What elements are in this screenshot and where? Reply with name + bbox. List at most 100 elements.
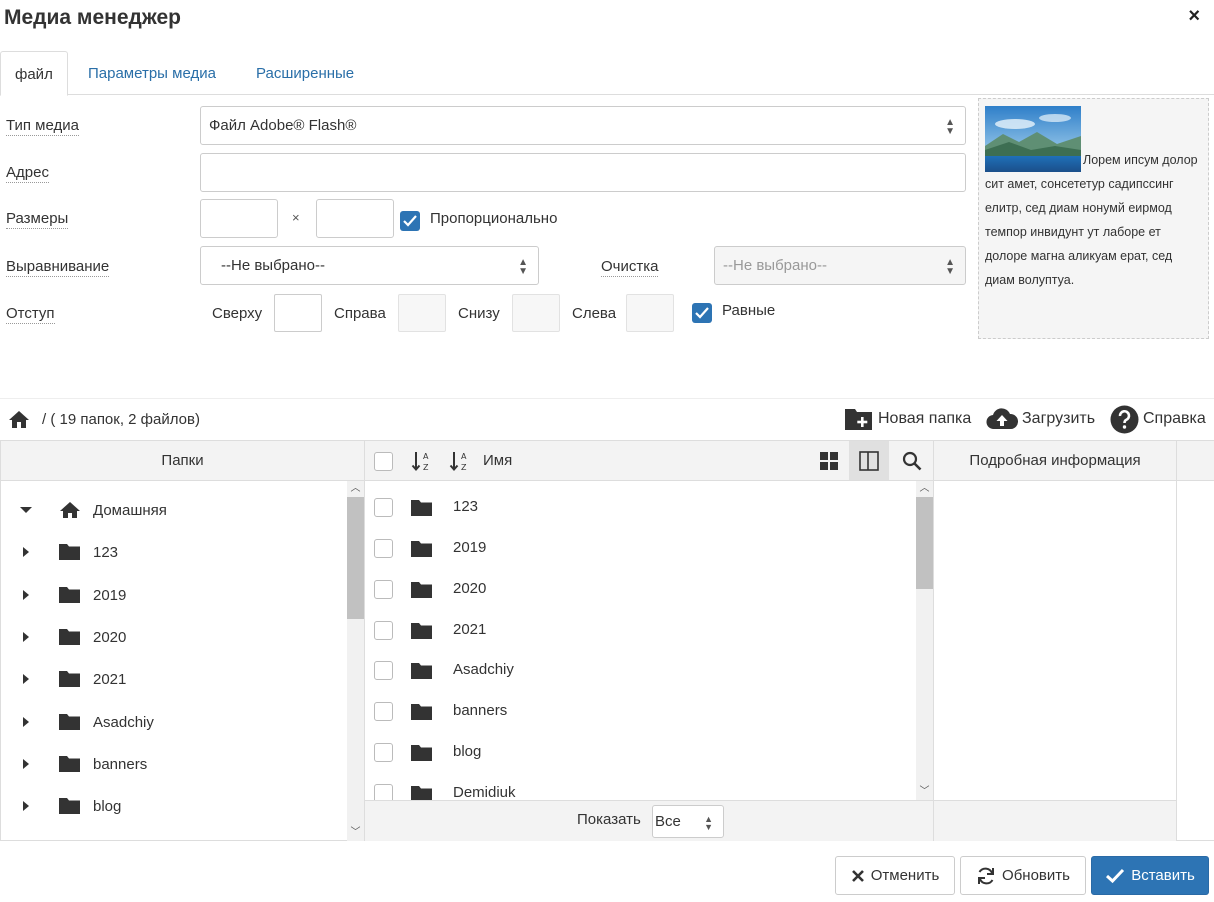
tree-item[interactable]: 2021 <box>1 658 346 700</box>
tree-item[interactable]: 2019 <box>1 574 346 616</box>
file-row[interactable]: banners <box>365 691 915 732</box>
file-row[interactable]: 2019 <box>365 528 915 569</box>
align-select[interactable]: --Не выбрано-- ▲ ▼ <box>200 246 539 285</box>
help-button[interactable]: Справка <box>1110 404 1206 434</box>
row-checkbox[interactable] <box>374 621 393 640</box>
file-row-label: 2021 <box>453 621 487 638</box>
files-scrollbar[interactable]: ︿ ﹀ <box>916 481 933 800</box>
scroll-up-icon[interactable]: ︿ <box>916 481 933 497</box>
tab-file[interactable]: файл <box>0 51 68 96</box>
equal-checkbox[interactable] <box>692 303 712 323</box>
files-footer: Показать Все ▲ ▼ <box>365 800 933 841</box>
row-checkbox[interactable] <box>374 743 393 762</box>
indent-right-input[interactable] <box>398 294 446 332</box>
clear-select[interactable]: --Не выбрано-- ▲ ▼ <box>714 246 966 285</box>
upload-button[interactable]: Загрузить <box>986 404 1095 434</box>
scroll-thumb[interactable] <box>916 497 933 589</box>
row-checkbox[interactable] <box>374 498 393 517</box>
tree-item[interactable]: 2020 <box>1 616 346 658</box>
show-select[interactable]: Все ▲ ▼ <box>652 805 724 838</box>
tree-item[interactable]: 123 <box>1 531 346 573</box>
proportional-checkbox[interactable] <box>400 211 420 231</box>
caret-right-icon[interactable] <box>23 590 29 600</box>
folder-icon <box>411 623 432 639</box>
sort-alpha-desc-icon[interactable]: A Z <box>449 450 471 472</box>
caret-right-icon[interactable] <box>23 547 29 557</box>
tree-item-label: 123 <box>93 543 119 561</box>
home-icon <box>60 502 80 518</box>
folder-icon <box>411 541 432 557</box>
media-type-value: Файл Adobe® Flash® <box>209 117 357 134</box>
sort-alpha-asc-icon[interactable]: A Z <box>411 450 433 472</box>
tree-item-label: Asadchiy <box>93 713 154 731</box>
tree-item[interactable]: banners <box>1 743 346 785</box>
details-header: Подробная информация <box>934 441 1176 481</box>
details-view-toggle[interactable] <box>849 441 889 480</box>
indent-left-input[interactable] <box>626 294 674 332</box>
row-checkbox[interactable] <box>374 702 393 721</box>
refresh-label: Обновить <box>1002 867 1070 884</box>
scroll-down-icon[interactable]: ﹀ <box>347 825 364 841</box>
select-arrows-icon: ▲ ▼ <box>518 257 528 277</box>
caret-right-icon[interactable] <box>23 632 29 642</box>
indent-bottom-input[interactable] <box>512 294 560 332</box>
select-arrows-icon: ▲ ▼ <box>945 117 955 137</box>
row-checkbox[interactable] <box>374 784 393 800</box>
select-arrows-icon: ▲ ▼ <box>945 257 955 277</box>
file-row[interactable]: Demidiuk <box>365 773 915 800</box>
search-icon[interactable] <box>902 451 922 471</box>
file-row[interactable]: 123 <box>365 487 915 528</box>
sort-name-label[interactable]: Имя <box>483 441 512 480</box>
svg-text:Z: Z <box>423 463 429 472</box>
tree-item[interactable]: Asadchiy <box>1 701 346 743</box>
file-row[interactable]: 2020 <box>365 569 915 610</box>
caret-right-icon[interactable] <box>23 759 29 769</box>
row-checkbox[interactable] <box>374 661 393 680</box>
select-all-checkbox[interactable] <box>374 452 393 471</box>
caret-right-icon[interactable] <box>23 674 29 684</box>
file-row[interactable]: 2021 <box>365 610 915 651</box>
tree-item-label: 2021 <box>93 670 127 688</box>
folders-scrollbar[interactable]: ︿ ﹀ <box>347 481 364 841</box>
scroll-thumb[interactable] <box>347 497 364 619</box>
caret-down-icon[interactable] <box>20 507 32 513</box>
check-icon <box>695 307 709 319</box>
media-type-label: Тип медиа <box>6 117 79 136</box>
tree-item[interactable]: blog <box>1 785 346 827</box>
show-label: Показать <box>577 811 641 828</box>
address-label: Адрес <box>6 164 49 183</box>
folder-icon <box>59 798 80 814</box>
caret-right-icon[interactable] <box>23 717 29 727</box>
home-icon[interactable] <box>8 409 30 429</box>
refresh-button[interactable]: Обновить <box>960 856 1086 895</box>
tab-advanced[interactable]: Расширенные <box>242 51 368 95</box>
new-folder-button[interactable]: Новая папка <box>844 404 971 434</box>
width-input[interactable] <box>200 199 278 238</box>
height-input[interactable] <box>316 199 394 238</box>
insert-label: Вставить <box>1131 867 1195 884</box>
scroll-down-icon[interactable]: ﹀ <box>916 784 933 800</box>
insert-button[interactable]: Вставить <box>1091 856 1209 895</box>
tree-item-home[interactable]: Домашняя <box>1 489 346 531</box>
file-row[interactable]: Asadchiy <box>365 650 915 691</box>
close-icon[interactable]: × <box>1188 6 1200 26</box>
indent-top-input[interactable] <box>274 294 322 332</box>
proportional-label: Пропорционально <box>430 210 558 227</box>
row-checkbox[interactable] <box>374 539 393 558</box>
media-type-select[interactable]: Файл Adobe® Flash® ▲ ▼ <box>200 106 966 145</box>
tree-item-label: Домашняя <box>93 501 167 519</box>
grid-view-icon[interactable] <box>819 451 839 471</box>
landscape-image-icon <box>985 106 1081 172</box>
caret-right-icon[interactable] <box>23 801 29 811</box>
scroll-up-icon[interactable]: ︿ <box>347 481 364 497</box>
cancel-button[interactable]: Отменить <box>835 856 955 895</box>
times-sign: × <box>292 210 300 225</box>
file-row[interactable]: blog <box>365 732 915 773</box>
sizes-label: Размеры <box>6 210 69 229</box>
tab-media-params[interactable]: Параметры медиа <box>74 51 230 95</box>
folder-icon <box>411 786 432 800</box>
file-row-label: Asadchiy <box>453 661 514 678</box>
address-input[interactable] <box>200 153 966 192</box>
row-checkbox[interactable] <box>374 580 393 599</box>
folders-header: Папки <box>1 441 364 481</box>
